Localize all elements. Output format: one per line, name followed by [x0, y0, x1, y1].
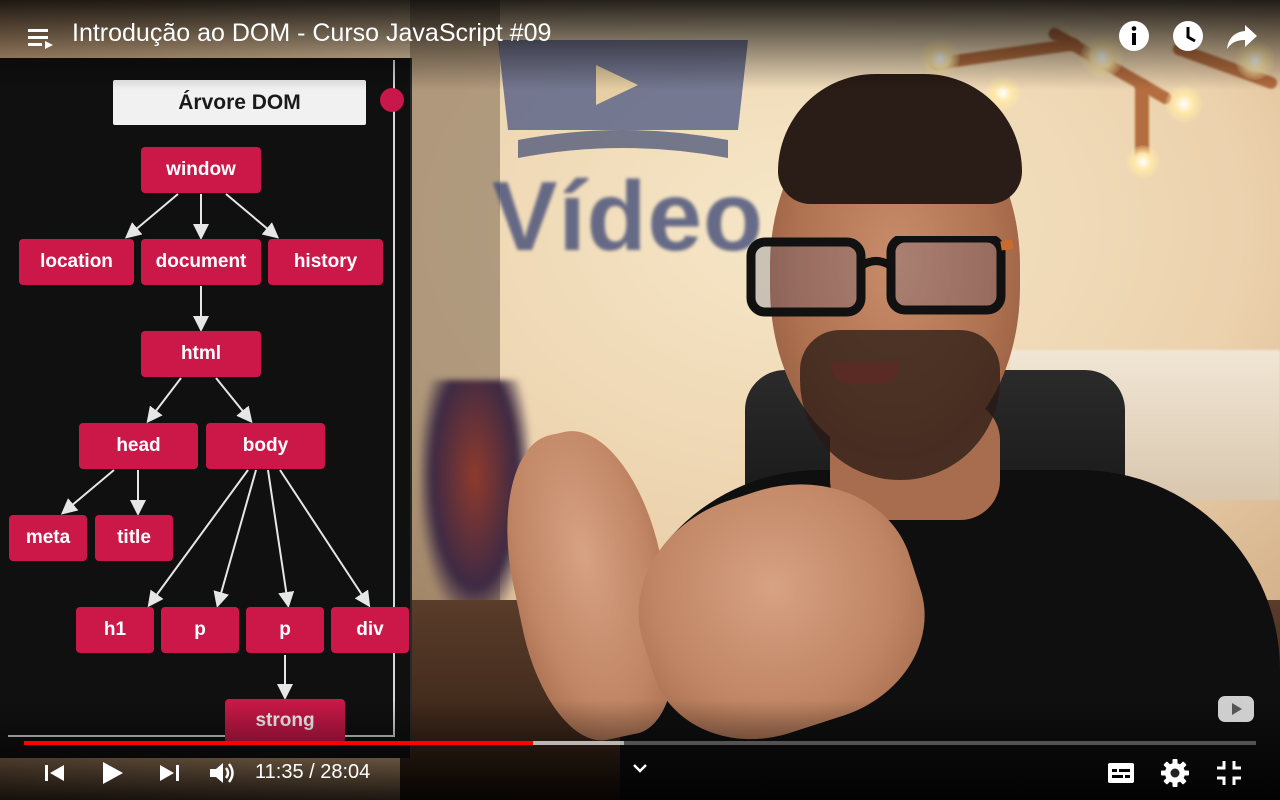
dom-node-p: p [161, 607, 239, 653]
exit-fullscreen-icon[interactable] [1212, 756, 1246, 790]
skip-next-icon[interactable] [152, 756, 186, 790]
dom-node-p: p [246, 607, 324, 653]
slide-panel: Árvore DOM window location document hist… [0, 58, 412, 758]
video-title[interactable]: Introdução ao DOM - Curso JavaScript #09 [72, 19, 551, 48]
dom-node-history: history [268, 239, 383, 285]
light-bulb [1165, 85, 1203, 123]
share-icon[interactable] [1225, 19, 1259, 53]
dom-node-html: html [141, 331, 261, 377]
glasses-icon [746, 236, 1014, 317]
playlist-icon[interactable] [26, 24, 54, 52]
dom-node-window: window [141, 147, 261, 193]
progress-bar[interactable] [24, 741, 1256, 745]
logo-text: Vídeo [492, 161, 764, 271]
dom-node-body: body [206, 423, 325, 469]
dom-node-meta: meta [9, 515, 87, 561]
channel-watermark-icon[interactable] [1216, 692, 1256, 726]
info-icon[interactable] [1117, 19, 1151, 53]
dom-node-document: document [141, 239, 261, 285]
play-icon[interactable] [94, 756, 128, 790]
light-bulb [1126, 145, 1160, 179]
dom-node-title: title [95, 515, 173, 561]
dom-node-head: head [79, 423, 198, 469]
gear-icon[interactable] [1158, 756, 1192, 790]
skip-previous-icon[interactable] [38, 756, 72, 790]
time-display: 11:35 / 28:04 [255, 761, 371, 783]
clock-icon[interactable] [1171, 19, 1205, 53]
dom-node-h1: h1 [76, 607, 154, 653]
chevron-down-icon[interactable] [630, 758, 650, 778]
dom-node-location: location [19, 239, 134, 285]
dom-node-div: div [331, 607, 409, 653]
top-bar: Introdução ao DOM - Curso JavaScript #09 [0, 0, 1280, 90]
person-mouth [830, 362, 900, 384]
progress-played [24, 741, 533, 745]
control-bar-background [0, 700, 1280, 800]
subtitles-icon[interactable] [1104, 756, 1138, 790]
volume-icon[interactable] [205, 756, 239, 790]
video-frame[interactable]: Vídeo Árvore DOM window location documen… [0, 0, 1280, 800]
